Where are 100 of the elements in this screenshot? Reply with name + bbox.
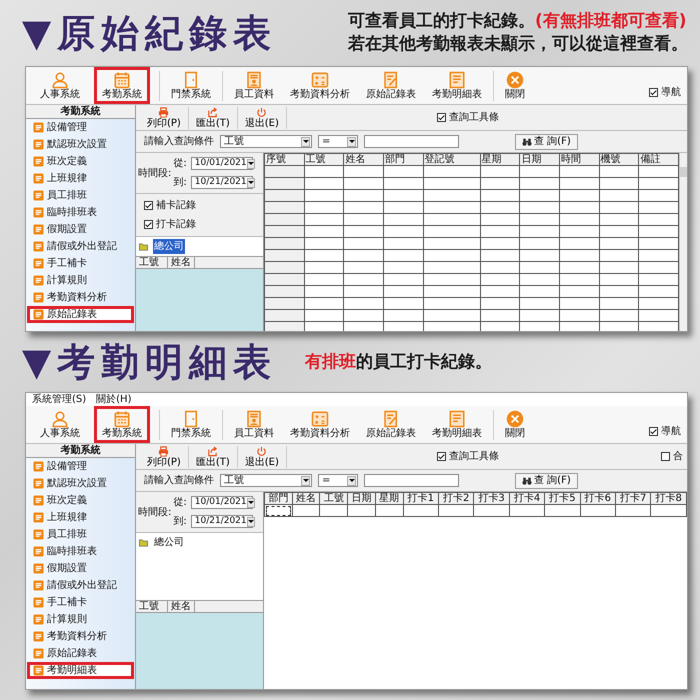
- dropdown[interactable]: 工號: [220, 474, 312, 487]
- list-icon: [33, 241, 44, 252]
- panel-title: 考勤系統: [26, 444, 135, 458]
- checkbox[interactable]: 導航: [649, 85, 681, 100]
- checkbox[interactable]: 合: [661, 449, 683, 464]
- printer-icon: [158, 446, 170, 456]
- list-icon: [33, 512, 44, 523]
- tree-item[interactable]: 總公司: [153, 535, 185, 550]
- toolbar-button[interactable]: 人事系統: [32, 67, 88, 104]
- toolbar-button[interactable]: 考勤系統: [94, 67, 150, 104]
- checkbox[interactable]: 補卡記錄: [144, 198, 255, 213]
- sidebar-item[interactable]: 班次定義: [27, 153, 134, 170]
- sidebar-item[interactable]: 設備管理: [27, 458, 134, 475]
- toolbar-button[interactable]: 考勤明細表: [424, 406, 490, 443]
- calendar-icon: [113, 71, 131, 89]
- checkbox[interactable]: 導航: [649, 424, 681, 439]
- list-icon: [33, 614, 44, 625]
- checkbox[interactable]: 查詢工具條: [436, 449, 499, 464]
- toolbar-button[interactable]: 門禁系統: [163, 67, 219, 104]
- toolbar-button[interactable]: 考勤資料分析: [282, 67, 358, 104]
- sidebar-item[interactable]: 計算規則: [27, 272, 134, 289]
- door-icon: [182, 410, 200, 428]
- sidebar-item[interactable]: 臨時排班表: [27, 204, 134, 221]
- dropdown[interactable]: =: [318, 474, 358, 487]
- toolbar-button[interactable]: 列印(P): [140, 446, 189, 468]
- field-label: 到:: [173, 515, 187, 529]
- power-icon: [256, 106, 268, 118]
- dropdown[interactable]: =: [318, 135, 358, 148]
- menu-item[interactable]: 關於(H): [96, 394, 132, 405]
- date-picker[interactable]: 10/01/2021: [190, 157, 253, 170]
- date-picker[interactable]: 10/21/2021: [190, 515, 253, 528]
- toolbar-button[interactable]: 員工資料: [226, 406, 282, 443]
- toolbar-button[interactable]: 人事系統: [32, 406, 88, 443]
- power-icon: [256, 446, 268, 456]
- toolbar-button[interactable]: 原始記錄表: [358, 67, 424, 104]
- scrollbar[interactable]: [679, 153, 687, 331]
- toolbar-button[interactable]: 列印(P): [140, 106, 189, 128]
- sidebar-item[interactable]: 默認班次設置: [27, 136, 134, 153]
- field-label: 到:: [173, 176, 187, 190]
- document-pen-icon: [382, 410, 400, 428]
- sidebar-item[interactable]: 考勤資料分析: [27, 628, 134, 645]
- toolbar-button[interactable]: 退出(E): [238, 106, 287, 128]
- toolbar-button[interactable]: 員工資料: [226, 67, 282, 104]
- calendar-icon: [113, 410, 131, 428]
- input-field[interactable]: [364, 135, 459, 148]
- sidebar-item[interactable]: 員工排班: [27, 526, 134, 543]
- toolbar-button[interactable]: 考勤明細表: [424, 67, 490, 104]
- sidebar-item[interactable]: 考勤資料分析: [27, 289, 134, 306]
- sidebar-item[interactable]: 臨時排班表: [27, 543, 134, 560]
- column-header: 時間: [559, 154, 600, 166]
- date-picker[interactable]: 10/01/2021: [190, 496, 253, 509]
- menu-item[interactable]: 系統管理(S): [32, 394, 86, 405]
- field-label: 請輸入查詢條件: [144, 474, 214, 488]
- sidebar-item[interactable]: 原始記錄表: [27, 306, 134, 323]
- toolbar-button[interactable]: 匯出(T): [188, 446, 238, 468]
- sidebar-item[interactable]: 上班規律: [27, 170, 134, 187]
- toolbar-button[interactable]: 匯出(T): [188, 106, 238, 128]
- binoculars-icon: [522, 476, 532, 486]
- sidebar-item[interactable]: 設備管理: [27, 119, 134, 136]
- toolbar-button[interactable]: 關閉: [497, 67, 533, 104]
- search-button[interactable]: 查 詢(F): [515, 134, 578, 150]
- toolbar-button[interactable]: 考勤資料分析: [282, 406, 358, 443]
- column-header: 部門: [264, 492, 292, 504]
- list-icon: [33, 207, 44, 218]
- column-header: 日期: [520, 154, 560, 166]
- toolbar-button[interactable]: 關閉: [497, 406, 533, 443]
- list-icon: [33, 224, 44, 235]
- checkbox[interactable]: 打卡記錄: [144, 217, 255, 232]
- input-field[interactable]: [364, 474, 459, 487]
- column-header: 打卡6: [580, 492, 616, 504]
- column-header: 部門: [384, 154, 424, 166]
- sidebar-item[interactable]: 假期設置: [27, 560, 134, 577]
- sidebar-item[interactable]: 原始記錄表: [27, 645, 134, 662]
- toolbar-button[interactable]: 考勤系統: [94, 406, 150, 443]
- sidebar-item[interactable]: 手工補卡: [27, 255, 134, 272]
- column-header: 打卡2: [438, 492, 474, 504]
- search-button[interactable]: 查 詢(F): [515, 472, 578, 488]
- sidebar-item[interactable]: 請假或外出登記: [27, 577, 134, 594]
- sidebar-item[interactable]: 考勤明細表: [27, 662, 134, 679]
- sidebar-item[interactable]: 默認班次設置: [27, 475, 134, 492]
- checkbox[interactable]: 查詢工具條: [436, 110, 499, 125]
- toolbar-button[interactable]: 退出(E): [238, 446, 287, 468]
- dropdown[interactable]: 工號: [220, 135, 312, 148]
- calculator-icon: [311, 410, 329, 428]
- person-icon: [51, 410, 69, 428]
- sidebar-item[interactable]: 假期設置: [27, 221, 134, 238]
- date-picker[interactable]: 10/21/2021: [190, 176, 253, 189]
- tree-item[interactable]: 總公司: [153, 239, 185, 254]
- toolbar-button[interactable]: 門禁系統: [163, 406, 219, 443]
- toolbar-button[interactable]: 原始記錄表: [358, 406, 424, 443]
- sidebar-item[interactable]: 班次定義: [27, 492, 134, 509]
- sidebar-item[interactable]: 上班規律: [27, 509, 134, 526]
- sidebar-item[interactable]: 請假或外出登記: [27, 238, 134, 255]
- list-icon: [33, 580, 44, 591]
- column-header: 機號: [599, 154, 639, 166]
- column-header: 工號: [304, 154, 344, 166]
- sidebar-item[interactable]: 員工排班: [27, 187, 134, 204]
- sidebar-item[interactable]: 計算規則: [27, 611, 134, 628]
- person-icon: [51, 71, 69, 89]
- sidebar-item[interactable]: 手工補卡: [27, 594, 134, 611]
